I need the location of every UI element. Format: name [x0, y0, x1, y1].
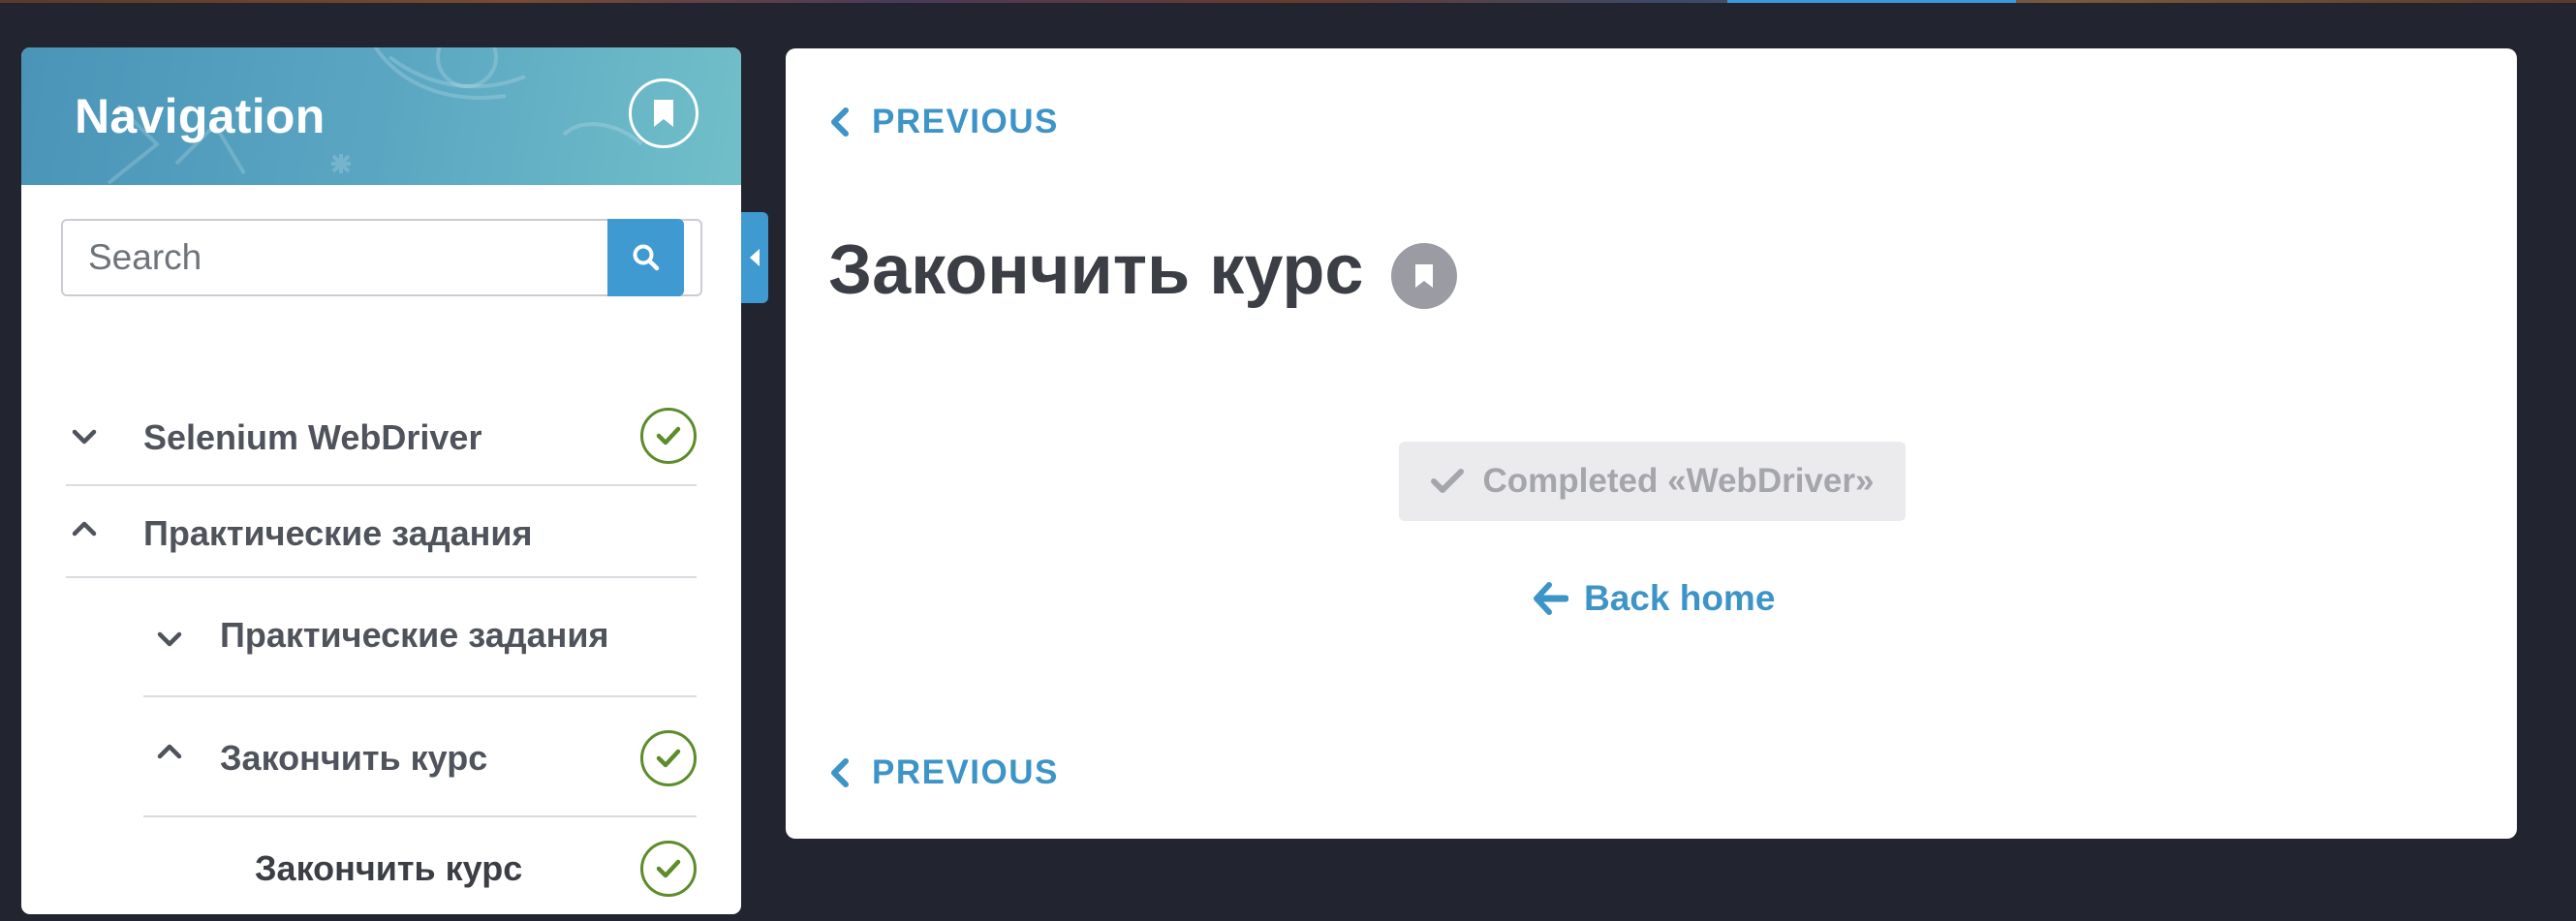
completed-check-icon: [640, 841, 697, 897]
previous-label: PREVIOUS: [872, 753, 1059, 791]
main-content: PREVIOUS Закончить курс Completed «WebDr…: [786, 48, 2517, 839]
navigation-title: Navigation: [75, 89, 326, 143]
tree-item-label: Закончить курс: [220, 738, 488, 778]
chevron-down-icon: [157, 631, 182, 647]
chevron-up-icon: [157, 744, 182, 759]
previous-link-top[interactable]: PREVIOUS: [829, 103, 1059, 141]
tree-separator: [66, 484, 697, 486]
completed-check-icon: [640, 730, 697, 786]
navigation-panel: Navigation Selenium WebDriver Практическ…: [21, 47, 741, 914]
top-accent-bar: [1727, 0, 2016, 3]
chevron-left-icon: [831, 107, 849, 137]
previous-link-bottom[interactable]: PREVIOUS: [829, 753, 1059, 792]
top-image-strip: [0, 0, 2576, 3]
tree-item-finish-course[interactable]: Закончить курс: [21, 706, 741, 803]
bookmark-icon: [654, 100, 673, 127]
back-home-label: Back home: [1584, 578, 1776, 618]
completed-label: Completed «WebDriver»: [1482, 462, 1875, 500]
search-box: [61, 219, 702, 296]
tree-item-practical-tasks-sub[interactable]: Практические задания: [21, 590, 741, 687]
search-icon: [633, 244, 659, 271]
tree-item-practical-tasks[interactable]: Практические задания: [21, 488, 741, 575]
caret-left-icon: [750, 249, 760, 266]
search-input[interactable]: [63, 221, 628, 294]
tree-separator: [66, 576, 697, 578]
completed-status-button: Completed «WebDriver»: [1399, 442, 1906, 521]
back-home-link[interactable]: Back home: [1534, 578, 1775, 619]
navigation-header: Navigation: [21, 47, 741, 185]
page-title: Закончить курс: [828, 231, 1364, 309]
tree-item-label-active: Закончить курс: [255, 848, 523, 888]
chevron-up-icon: [72, 521, 97, 537]
tree-item-label: Практические задания: [143, 513, 533, 553]
tree-item-finish-course-page[interactable]: Закончить курс: [21, 822, 741, 911]
completed-check-icon: [640, 408, 697, 464]
previous-label: PREVIOUS: [872, 103, 1059, 140]
tree-item-label: Selenium WebDriver: [143, 417, 482, 457]
sidebar-collapse-toggle[interactable]: [741, 212, 768, 303]
tree-separator: [143, 815, 697, 817]
chevron-down-icon: [72, 429, 97, 445]
bookmark-icon: [1415, 264, 1433, 288]
tree-item-selenium-webdriver[interactable]: Selenium WebDriver: [21, 391, 741, 478]
tree-separator: [143, 695, 697, 697]
chevron-left-icon: [831, 758, 849, 787]
search-button[interactable]: [607, 219, 684, 296]
navigation-bookmark-button[interactable]: [629, 78, 698, 148]
arrow-left-icon: [1534, 582, 1568, 615]
page-bookmark-button[interactable]: [1391, 243, 1457, 309]
tree-item-label: Практические задания: [220, 615, 609, 655]
checkmark-icon: [1430, 469, 1464, 493]
